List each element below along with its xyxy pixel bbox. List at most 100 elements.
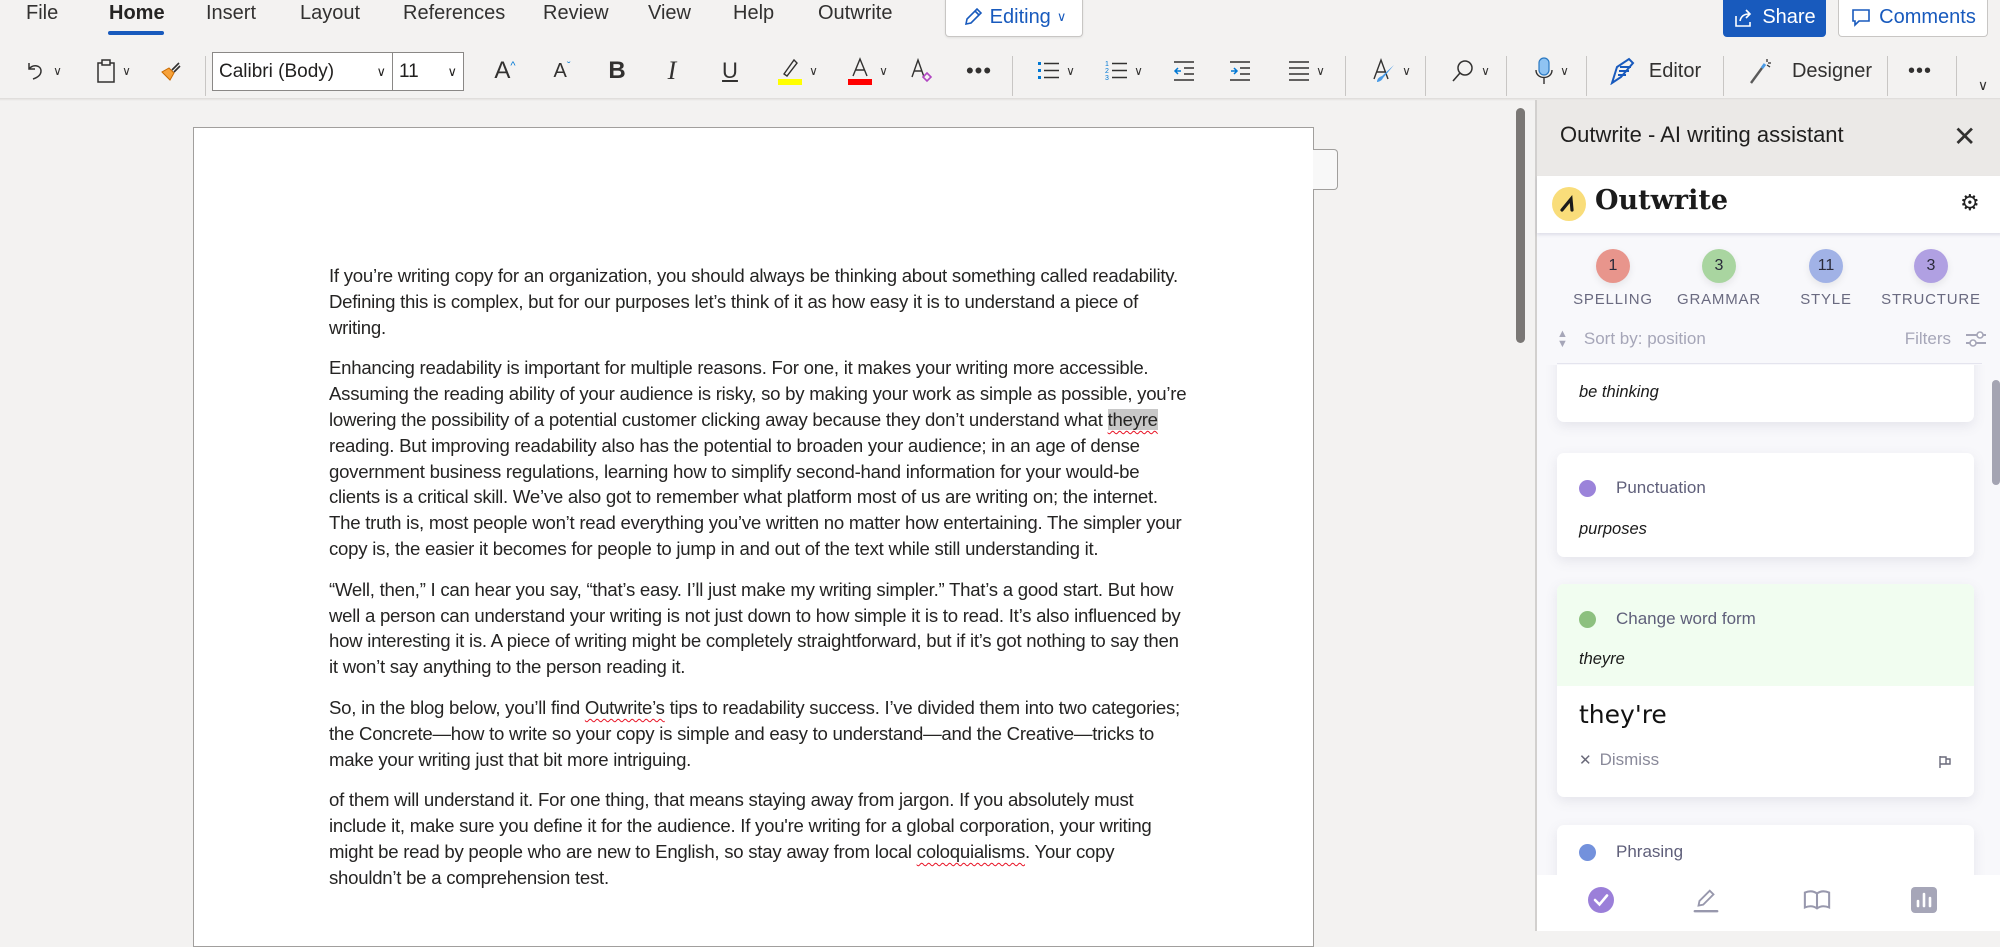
- chevron-down-icon: ∨: [1066, 64, 1075, 78]
- highlighter-icon: [778, 58, 803, 85]
- tab-layout[interactable]: Layout: [300, 2, 360, 25]
- clear-formatting-button[interactable]: [906, 46, 938, 96]
- editor-button[interactable]: Editor: [1600, 46, 1710, 96]
- filters-button[interactable]: Filters: [1905, 329, 1951, 349]
- italic-button[interactable]: I: [656, 46, 688, 96]
- count-style[interactable]: 11: [1809, 249, 1843, 283]
- count-grammar[interactable]: 3: [1702, 249, 1736, 283]
- nav-check-button[interactable]: [1587, 886, 1615, 914]
- nav-stats-button[interactable]: [1910, 886, 1938, 914]
- count-spelling[interactable]: 1: [1596, 249, 1630, 283]
- panel-title: Outwrite - AI writing assistant: [1560, 122, 1844, 147]
- suggestion-card[interactable]: Phrasing: [1557, 825, 1974, 875]
- brand-name: Outwrite: [1595, 185, 1728, 216]
- more-icon: •••: [1907, 59, 1932, 82]
- editor-label: Editor: [1648, 59, 1702, 82]
- tab-review[interactable]: Review: [543, 2, 609, 25]
- document-body[interactable]: If you’re writing copy for an organizati…: [329, 263, 1189, 906]
- format-painter-button[interactable]: [155, 46, 187, 96]
- microphone-icon: [1535, 57, 1553, 84]
- panel-scrollbar[interactable]: [1992, 380, 2000, 485]
- filters-icon[interactable]: [1965, 330, 1987, 348]
- more-font-options-button[interactable]: •••: [963, 46, 995, 96]
- page-side-tab[interactable]: [1313, 149, 1338, 190]
- flagged-text: purposes: [1579, 520, 1647, 538]
- bullets-button[interactable]: ∨: [1030, 46, 1082, 96]
- separator: [205, 56, 206, 96]
- decrease-indent-button[interactable]: [1168, 46, 1200, 96]
- align-button[interactable]: ∨: [1280, 46, 1332, 96]
- count-label-style[interactable]: STYLE: [1766, 291, 1886, 308]
- dictate-button[interactable]: ∨: [1524, 46, 1578, 96]
- font-selector: Calibri (Body) ∨ 11 ∨: [212, 52, 464, 91]
- chevron-down-icon: ∨: [447, 63, 457, 79]
- tab-outwrite[interactable]: Outwrite: [818, 2, 892, 25]
- share-icon: [1735, 8, 1752, 27]
- flagged-word[interactable]: coloquialisms: [917, 841, 1026, 862]
- count-label-structure[interactable]: STRUCTURE: [1871, 291, 1991, 308]
- designer-button[interactable]: Designer: [1740, 46, 1880, 96]
- share-button[interactable]: Share: [1723, 0, 1826, 37]
- document-scrollbar[interactable]: [1516, 108, 1525, 343]
- editing-mode-button[interactable]: Editing ∨: [945, 0, 1083, 37]
- tab-insert[interactable]: Insert: [206, 2, 256, 25]
- card-highlight: [1557, 584, 1974, 686]
- font-size-value: 11: [399, 60, 419, 82]
- flagged-word[interactable]: Outwrite’s: [585, 697, 665, 718]
- undo-button[interactable]: ∨: [18, 46, 68, 96]
- document-paragraph[interactable]: “Well, then,” I can hear you say, “that’…: [329, 577, 1189, 680]
- tab-file[interactable]: File: [26, 2, 58, 25]
- underline-button[interactable]: U: [714, 46, 746, 96]
- chevron-down-icon: ∨: [809, 64, 818, 78]
- count-structure[interactable]: 3: [1914, 249, 1948, 283]
- dismiss-button[interactable]: ✕ Dismiss: [1579, 750, 1659, 770]
- numbering-button[interactable]: 1 2 3 ∨: [1098, 46, 1150, 96]
- highlight-button[interactable]: ∨: [768, 46, 826, 96]
- gear-icon[interactable]: ⚙: [1960, 190, 1980, 216]
- find-button[interactable]: ∨: [1443, 46, 1497, 96]
- suggestion-card[interactable]: be thinking: [1557, 365, 1974, 422]
- separator: [1506, 56, 1507, 96]
- grow-font-button[interactable]: A^: [488, 46, 522, 96]
- flagged-word[interactable]: theyre: [1107, 408, 1158, 430]
- card-type-row: Phrasing: [1557, 842, 1683, 862]
- document-paragraph[interactable]: If you’re writing copy for an organizati…: [329, 263, 1189, 340]
- document-paragraph[interactable]: Enhancing readability is important for m…: [329, 355, 1189, 561]
- bold-button[interactable]: B: [601, 46, 633, 96]
- grow-font-icon: A^: [494, 57, 516, 84]
- align-icon: [1289, 61, 1310, 81]
- suggestion-card-active[interactable]: Change word form theyre they're ✕ Dismis…: [1557, 584, 1974, 797]
- italic-icon: I: [667, 56, 677, 85]
- close-icon[interactable]: ✕: [1953, 120, 1976, 153]
- suggested-replacement[interactable]: they're: [1579, 700, 1667, 729]
- count-label-spelling[interactable]: SPELLING: [1553, 291, 1673, 308]
- paste-button[interactable]: ∨: [88, 46, 138, 96]
- font-name-dropdown[interactable]: Calibri (Body) ∨: [213, 53, 393, 90]
- svg-text:3: 3: [1105, 75, 1109, 82]
- suggestion-list: be thinking Punctuation purposes Change …: [1537, 365, 2000, 875]
- nav-rewrite-button[interactable]: [1692, 886, 1720, 914]
- document-paragraph[interactable]: of them will understand it. For one thin…: [329, 787, 1189, 890]
- count-label-grammar[interactable]: GRAMMAR: [1659, 291, 1779, 308]
- nav-library-button[interactable]: [1803, 886, 1831, 914]
- category-dot: [1579, 843, 1596, 861]
- tab-references[interactable]: References: [403, 2, 505, 25]
- comments-button[interactable]: Comments: [1838, 0, 1988, 37]
- tab-help[interactable]: Help: [733, 2, 774, 25]
- increase-indent-button[interactable]: [1224, 46, 1256, 96]
- sort-icon[interactable]: ▲ ▼: [1557, 329, 1568, 350]
- styles-button[interactable]: ∨: [1364, 46, 1418, 96]
- tab-view[interactable]: View: [648, 2, 691, 25]
- tab-home[interactable]: Home: [109, 2, 165, 25]
- suggestion-card[interactable]: Punctuation purposes: [1557, 453, 1974, 557]
- designer-icon: [1750, 59, 1771, 84]
- shrink-font-button[interactable]: Aˇ: [545, 46, 579, 96]
- document-paragraph[interactable]: So, in the blog below, you’ll find Outwr…: [329, 695, 1189, 772]
- chevron-down-icon: ∨: [1977, 76, 1989, 93]
- more-options-button[interactable]: •••: [1900, 46, 1940, 96]
- shrink-font-icon: Aˇ: [553, 59, 571, 82]
- font-size-dropdown[interactable]: 11 ∨: [393, 53, 463, 90]
- sort-dropdown[interactable]: Sort by: position: [1584, 329, 1706, 349]
- font-color-button[interactable]: ∨: [838, 46, 896, 96]
- flag-icon[interactable]: [1938, 755, 1952, 769]
